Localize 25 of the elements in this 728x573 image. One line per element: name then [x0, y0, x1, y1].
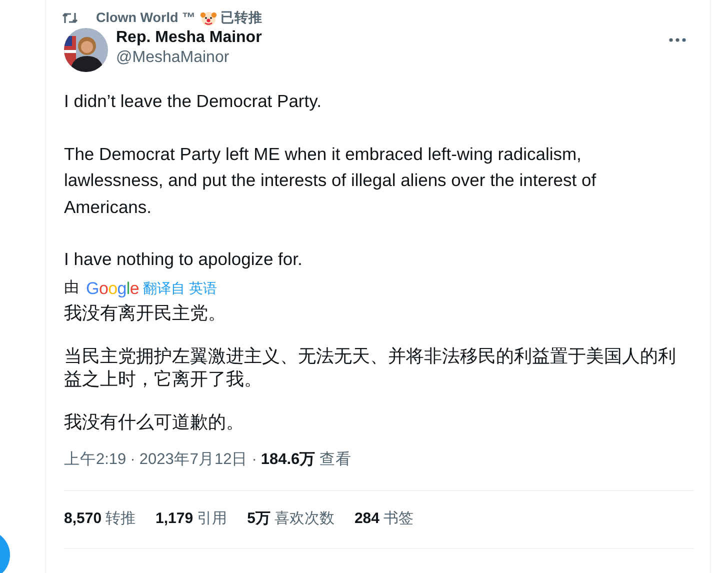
translated-paragraph: 我没有什么可道歉的。 — [64, 410, 245, 434]
author-handle[interactable]: @MeshaMainor — [116, 48, 669, 68]
stat-link[interactable]: 1,179 引用 — [156, 508, 228, 530]
google-logo: Google — [86, 278, 140, 300]
tweet-paragraph: The Democrat Party left ME when it embraced left-wing radicalism, lawlessness, and put the interests of illegal aliens over the interest of Americans. — [64, 142, 598, 218]
retweet-label: 已转推 — [220, 8, 262, 27]
translated-paragraph: 我没有离开民主党。 — [64, 302, 227, 324]
tweet-paragraph: I didn’t leave the Democrat Party. — [64, 90, 322, 113]
translated-paragraph: 当民主党拥护左翼激进主义、无法无天、并将非法移民的利益置于美国人的利益之上时，它离开了我。 — [64, 344, 677, 390]
tweet-date[interactable]: 2023年7月12日 — [139, 448, 248, 472]
retweet-icon — [62, 11, 78, 25]
author-name[interactable]: Rep. Mesha Mainor — [116, 28, 669, 48]
views-label: 查看 — [320, 450, 352, 470]
clown-icon — [200, 10, 216, 26]
stat-link[interactable]: 284 书签 — [354, 508, 414, 530]
view-count: 184.6万 — [260, 450, 316, 470]
stat-link[interactable]: 8,570 转推 — [64, 508, 136, 530]
tweet-paragraph: I have nothing to apologize for. — [64, 248, 304, 271]
tweet-time[interactable]: 上午2:19 — [64, 448, 126, 472]
separator-dot: · — [252, 450, 257, 470]
more-icon[interactable] — [669, 38, 686, 42]
translation-prefix: 由 — [64, 278, 79, 298]
stat-link[interactable]: 5万 喜欢次数 — [247, 508, 334, 530]
separator-dot: · — [130, 450, 136, 470]
retweeter-name[interactable]: Clown World ™ — [96, 8, 196, 28]
